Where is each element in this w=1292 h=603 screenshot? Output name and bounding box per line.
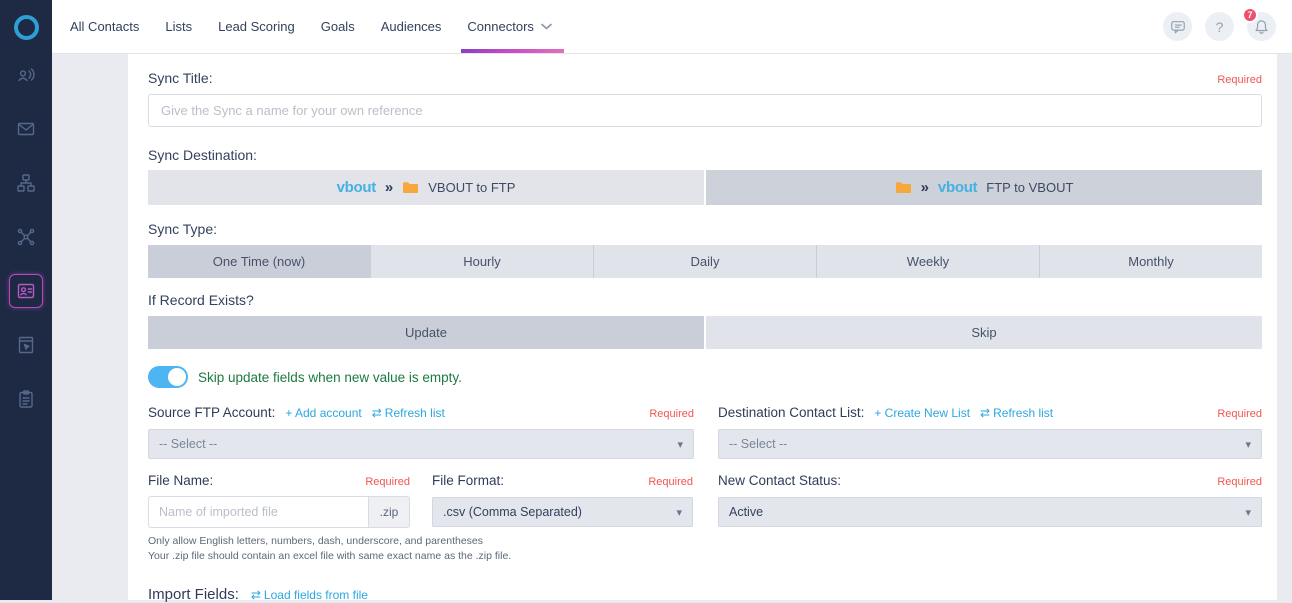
email-icon[interactable] [9,112,43,146]
destination-list-label: Destination Contact List: [718,405,865,420]
toggle-knob [168,368,186,386]
vbout-wordmark: vbout [336,179,377,196]
source-ftp-label: Source FTP Account: [148,405,276,420]
sync-type-option-weekly[interactable]: Weekly [817,245,1040,278]
file-name-help-2: Your .zip file should contain an excel f… [148,550,512,562]
sync-title-input[interactable] [148,94,1262,127]
dest-option-vbout-to-ftp[interactable]: vbout » VBOUT to FTP [148,170,704,205]
required-badge: Required [1217,408,1262,420]
social-media-icon[interactable] [9,58,43,92]
refresh-destination-link[interactable]: ⇄ Refresh list [980,406,1053,420]
chat-button[interactable] [1163,12,1192,41]
nav-all-contacts[interactable]: All Contacts [70,19,139,34]
dest-option-label: VBOUT to FTP [428,180,516,195]
folder-icon [895,182,911,193]
dest-option-ftp-to-vbout[interactable]: » vbout FTP to VBOUT [706,170,1262,205]
required-badge: Required [365,476,410,488]
bell-icon [1255,19,1268,34]
file-name-input[interactable] [148,496,368,528]
import-fields-label: Import Fields: [148,586,239,603]
nav-connectors-label: Connectors [467,19,534,34]
sync-type-option-hourly[interactable]: Hourly [371,245,594,278]
destination-list-select-value: -- Select -- [729,437,788,451]
caret-icon: ▾ [676,506,682,519]
nav-connectors[interactable]: Connectors [461,0,564,53]
chat-icon [1170,20,1185,33]
double-arrow-icon: » [920,179,929,196]
sync-type-options: One Time (now) Hourly Daily Weekly Month… [148,245,1262,278]
required-badge: Required [1217,74,1262,86]
nav-lead-scoring[interactable]: Lead Scoring [218,19,295,34]
record-exists-options: Update Skip [148,316,1262,349]
notification-badge: 7 [1242,7,1258,23]
double-arrow-icon: » [384,179,394,196]
notifications-button[interactable]: 7 [1242,7,1276,41]
file-name-label: File Name: [148,473,214,488]
sync-type-option-one-time[interactable]: One Time (now) [148,245,371,278]
add-account-link[interactable]: + Add account [285,406,361,420]
nav-lists[interactable]: Lists [165,19,192,34]
sync-form-panel: Sync Title: Required Sync Destination: v… [128,54,1277,603]
skip-update-toggle-label: Skip update fields when new value is emp… [198,369,462,385]
forms-icon[interactable] [9,382,43,416]
sync-type-option-monthly[interactable]: Monthly [1040,245,1262,278]
help-icon: ? [1215,18,1224,35]
integrations-icon[interactable] [9,220,43,254]
refresh-icon: ⇄ [371,406,382,420]
sync-title-label: Sync Title: [148,70,213,86]
top-navigation: All Contacts Lists Lead Scoring Goals Au… [52,0,1292,54]
source-ftp-select-value: -- Select -- [159,437,218,451]
sync-destination-options: vbout » VBOUT to FTP » vbout FTP to VBOU… [148,170,1262,205]
create-new-list-link[interactable]: + Create New List [874,406,970,420]
sync-destination-label: Sync Destination: [148,147,257,163]
dest-option-label: FTP to VBOUT [986,180,1074,195]
file-format-label: File Format: [432,473,505,488]
required-badge: Required [648,476,693,488]
nav-audiences[interactable]: Audiences [381,19,442,34]
required-badge: Required [1217,476,1262,488]
record-exists-option-skip[interactable]: Skip [706,316,1262,349]
content-area: Sync Title: Required Sync Destination: v… [52,54,1292,603]
new-contact-status-select-value: Active [729,505,764,519]
caret-icon: ▾ [1245,438,1251,451]
zip-suffix-addon: .zip [368,496,410,528]
refresh-source-link[interactable]: ⇄ Refresh list [372,406,445,420]
new-contact-status-label: New Contact Status: [718,473,842,488]
required-badge: Required [649,408,694,420]
sidebar [0,0,52,600]
refresh-icon: ⇄ [250,587,261,602]
help-button[interactable]: ? [1205,12,1234,41]
source-ftp-select[interactable]: -- Select -- ▾ [148,429,694,459]
contacts-icon[interactable] [9,274,43,308]
load-fields-link[interactable]: ⇄ Load fields from file [251,588,368,602]
new-contact-status-select[interactable]: Active ▾ [718,497,1262,527]
automation-icon[interactable] [9,166,43,200]
file-format-select[interactable]: .csv (Comma Separated) ▾ [432,497,693,527]
folder-icon [403,182,419,193]
caret-icon: ▾ [677,438,683,451]
record-exists-option-update[interactable]: Update [148,316,704,349]
landing-pages-icon[interactable] [9,328,43,362]
sync-type-option-daily[interactable]: Daily [594,245,817,278]
nav-goals[interactable]: Goals [321,19,355,34]
vbout-wordmark: vbout [937,179,978,196]
file-format-select-value: .csv (Comma Separated) [443,505,582,519]
chevron-down-icon [541,23,552,30]
active-tab-underline [461,49,564,53]
caret-icon: ▾ [1245,506,1251,519]
if-record-exists-label: If Record Exists? [148,292,254,308]
sync-type-label: Sync Type: [148,221,218,237]
skip-update-toggle[interactable] [148,366,188,388]
refresh-icon: ⇄ [980,406,991,420]
destination-list-select[interactable]: -- Select -- ▾ [718,429,1262,459]
vbout-logo-icon[interactable] [0,0,52,54]
file-name-help-1: Only allow English letters, numbers, das… [148,535,484,547]
